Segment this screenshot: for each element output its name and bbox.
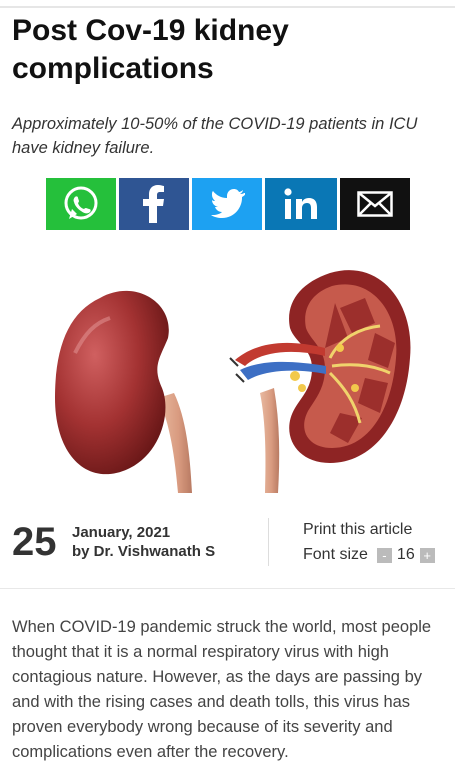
font-size-increase-button[interactable]: +	[419, 547, 435, 563]
email-icon	[357, 191, 393, 217]
whatsapp-share-button[interactable]	[46, 178, 116, 230]
article-subtitle: Approximately 10-50% of the COVID-19 pat…	[12, 115, 418, 157]
article-body: When COVID-19 pandemic struck the world,…	[12, 618, 432, 761]
date-month-year: January, 2021	[72, 524, 171, 541]
page-title: Post Cov-19 kidney complications	[12, 14, 289, 85]
facebook-icon	[142, 185, 166, 223]
linkedin-icon	[284, 188, 318, 220]
font-size-control: Font size - 16 +	[303, 545, 435, 565]
whatsapp-icon	[61, 184, 101, 224]
author-link[interactable]: by Dr. Vishwanath S	[72, 542, 215, 562]
font-size-decrease-button[interactable]: -	[376, 547, 392, 563]
facebook-share-button[interactable]	[119, 178, 189, 230]
font-size-label: Font size	[303, 546, 368, 563]
date-day: 25	[12, 520, 57, 564]
font-size-value: 16	[396, 546, 415, 563]
twitter-icon	[209, 189, 245, 219]
linkedin-share-button[interactable]	[265, 178, 337, 230]
kidney-illustration	[40, 248, 420, 498]
meta-divider	[268, 518, 269, 566]
top-divider	[0, 6, 455, 8]
print-article-link[interactable]: Print this article	[303, 520, 412, 540]
meta-bottom-divider	[0, 588, 455, 589]
twitter-share-button[interactable]	[192, 178, 262, 230]
email-share-button[interactable]	[340, 178, 410, 230]
